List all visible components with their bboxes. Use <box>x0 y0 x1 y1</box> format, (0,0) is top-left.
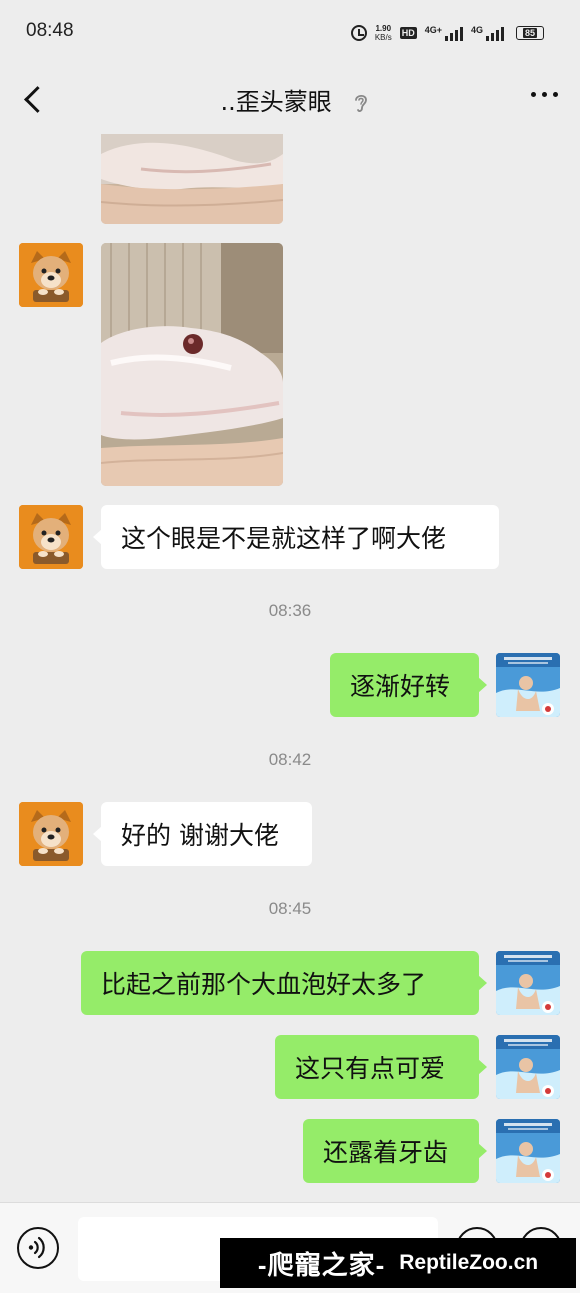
status-icons: 1.90 KB/s HD 4G+ 4G 85 <box>350 22 544 44</box>
watermark-cn: -爬寵之家- <box>257 1249 386 1280</box>
chat-photo-2[interactable] <box>101 243 283 486</box>
watermark-en: ReptileZoo.cn <box>399 1251 539 1274</box>
network-speed-unit: KB/s <box>374 33 392 42</box>
status-time: 08:48 <box>26 20 74 41</box>
avatar[interactable] <box>496 653 560 717</box>
network-speed: 1.90 KB/s <box>375 24 392 42</box>
self-avatar-icon <box>496 951 560 1015</box>
chat-title-text: ..歪头蒙眼 <box>220 88 332 116</box>
message-outgoing[interactable]: 比起之前那个大血泡好太多了 <box>81 951 487 1015</box>
voice-icon <box>28 1236 45 1259</box>
timestamp: 08:45 <box>268 899 312 918</box>
self-avatar-icon <box>496 1119 560 1183</box>
alarm-icon <box>350 25 367 41</box>
more-options-button[interactable] <box>531 92 558 97</box>
avatar[interactable] <box>19 505 83 569</box>
voice-input-button[interactable] <box>17 1227 59 1269</box>
signal-label-2: 4G <box>470 25 483 35</box>
status-bar: 08:48 1.90 KB/s HD 4G+ 4G 85 <box>0 0 580 62</box>
self-avatar-icon <box>496 1035 560 1099</box>
battery-icon: 85 <box>516 26 544 40</box>
watermark: -爬寵之家- ReptileZoo.cn <box>220 1238 576 1288</box>
chat-messages[interactable]: 这个眼是不是就这样了啊大佬 08:36 逐渐好转 08:42 好的 谢谢大佬 0… <box>0 134 580 1200</box>
chat-title: ..歪头蒙眼 <box>0 82 580 117</box>
network-speed-value: 1.90 <box>375 24 392 33</box>
signal-label: 4G+ <box>424 25 442 35</box>
ear-icon <box>355 94 368 112</box>
message-outgoing[interactable]: 逐渐好转 <box>330 653 487 717</box>
dog-avatar-icon <box>19 243 83 307</box>
avatar[interactable] <box>496 1035 560 1099</box>
message-outgoing[interactable]: 还露着牙齿 <box>303 1119 487 1183</box>
hd-badge: HD <box>399 27 417 39</box>
more-dots-icon <box>531 92 536 97</box>
avatar[interactable] <box>19 802 83 866</box>
avatar[interactable] <box>19 243 83 307</box>
self-avatar-icon <box>496 653 560 717</box>
dog-avatar-icon <box>19 802 83 866</box>
timestamp: 08:42 <box>268 750 312 769</box>
message-incoming[interactable]: 好的 谢谢大佬 <box>93 802 312 866</box>
dog-avatar-icon <box>19 505 83 569</box>
timestamp: 08:36 <box>268 601 312 620</box>
avatar[interactable] <box>496 951 560 1015</box>
signal-icon-2: 4G <box>471 25 504 41</box>
message-outgoing[interactable]: 这只有点可爱 <box>275 1035 487 1099</box>
signal-icon: 4G+ <box>425 25 463 41</box>
chat-header: ..歪头蒙眼 <box>0 62 580 134</box>
message-incoming[interactable]: 这个眼是不是就这样了啊大佬 <box>93 505 499 569</box>
battery-level: 85 <box>522 28 537 38</box>
chat-photo-1[interactable] <box>101 134 283 224</box>
avatar[interactable] <box>496 1119 560 1183</box>
